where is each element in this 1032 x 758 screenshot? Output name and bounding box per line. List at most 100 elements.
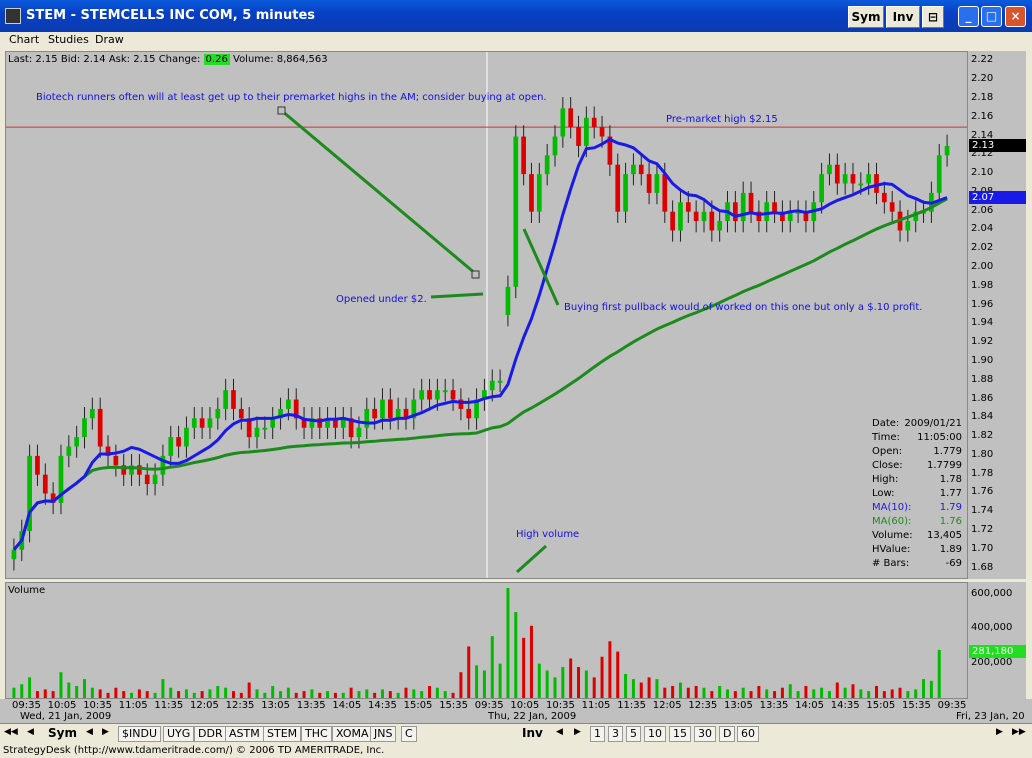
info-value: 1.76 (939, 516, 962, 527)
info-value: 13,405 (927, 530, 962, 541)
volume-bar (867, 691, 871, 698)
price-tick: 2.10 (971, 167, 994, 179)
volume-bar (247, 682, 251, 698)
annotation-pullback: Buying first pullback would of worked on… (564, 302, 923, 313)
volume-bar (914, 689, 918, 698)
candle-body (82, 418, 87, 438)
info-value: 11:05:00 (917, 432, 962, 443)
symbol-tab[interactable]: $INDU (118, 726, 161, 742)
volume-bar (192, 692, 196, 698)
first-arrow-icon[interactable]: ◀◀ (4, 727, 18, 737)
annotation-arrow-biotech (281, 109, 477, 276)
prev-arrow-icon[interactable]: ◀ (27, 727, 34, 737)
volume-bar (584, 670, 588, 698)
symbol-tab[interactable]: ASTM (225, 726, 264, 742)
interval-tab[interactable]: 1 (590, 726, 605, 742)
inv-tab-label[interactable]: Inv (519, 726, 546, 742)
menu-chart[interactable]: Chart (9, 33, 39, 46)
volume-bar (349, 687, 353, 698)
volume-bar (608, 641, 612, 698)
info-label: Volume: (872, 530, 913, 541)
time-tick: 13:05 (261, 700, 291, 711)
maximize-button[interactable]: □ (981, 6, 1002, 27)
prev-symbol-icon[interactable]: ◀ (86, 727, 93, 737)
next-interval-icon[interactable]: ▶ (574, 727, 581, 737)
interval-tab[interactable]: 60 (737, 726, 759, 742)
candle-body (419, 390, 425, 400)
symbol-tab[interactable]: DDR (194, 726, 227, 742)
time-tick: 10:05 (47, 700, 77, 711)
interval-tab[interactable]: 5 (626, 726, 641, 742)
date-label: Wed, 21 Jan, 2009 (20, 711, 112, 722)
sym-tab-label[interactable]: Sym (45, 726, 80, 742)
inv-button[interactable]: Inv (886, 6, 920, 28)
date-label: Fri, 23 Jan, 20 (956, 711, 1025, 722)
annotation-handle[interactable] (471, 270, 480, 279)
price-tick: 2.04 (971, 223, 994, 235)
candle-body (497, 380, 503, 383)
last-arrow-icon[interactable]: ▶▶ (1012, 727, 1026, 737)
volume-bar (106, 692, 110, 698)
symbol-tab[interactable]: STEM (263, 726, 302, 742)
candle-body (223, 390, 228, 409)
symbol-tab[interactable]: C (401, 726, 417, 742)
volume-bar (161, 679, 165, 698)
price-chart[interactable]: Last: 2.15 Bid: 2.14 Ask: 2.15 Change: 0… (5, 51, 968, 579)
tab-bar: ◀◀ ◀ Sym ◀ ▶ $INDU UYG DDR ASTM STEM THC XOMA J… (0, 723, 1032, 743)
time-tick: 15:05 (866, 700, 896, 711)
menu-draw[interactable]: Draw (95, 33, 124, 46)
candle-body (858, 183, 864, 186)
symbol-tab[interactable]: JNS (370, 726, 397, 742)
candle-body (89, 408, 95, 419)
prev-interval-icon[interactable]: ◀ (556, 727, 563, 737)
next-symbol-icon[interactable]: ▶ (102, 727, 109, 737)
interval-tab[interactable]: 10 (644, 726, 666, 742)
candle-body (97, 408, 103, 447)
menu-studies[interactable]: Studies (48, 33, 89, 46)
interval-tab[interactable]: 3 (608, 726, 623, 742)
annotation-handle[interactable] (277, 106, 286, 115)
price-tick: 1.78 (971, 467, 994, 479)
volume-bar (114, 687, 118, 698)
time-tick: 09:35 (937, 700, 967, 711)
volume-bar (231, 691, 235, 698)
sym-button[interactable]: Sym (848, 6, 884, 28)
candle-body (364, 408, 370, 428)
time-tick: 13:05 (724, 700, 753, 711)
price-tick: 1.68 (971, 561, 994, 573)
candle-body (654, 174, 660, 193)
interval-tab[interactable]: D (719, 726, 736, 742)
interval-tab[interactable]: 15 (669, 726, 691, 742)
volume-bars (12, 588, 941, 698)
price-tick: 2.06 (971, 204, 994, 216)
candle-body (254, 427, 260, 438)
time-tick: 11:35 (154, 700, 184, 711)
candle-body (207, 418, 213, 428)
volume-bar (255, 689, 259, 698)
candle-body (74, 437, 80, 447)
symbol-tab[interactable]: UYG (163, 726, 195, 742)
volume-bar (529, 625, 533, 698)
time-tick: 14:35 (368, 700, 397, 711)
price-tick: 1.70 (971, 542, 994, 554)
info-row-date: Date: 2009/01/21 (872, 417, 962, 431)
minimize-button[interactable]: _ (958, 6, 979, 27)
volume-bar (671, 685, 675, 698)
volume-bar (137, 689, 141, 698)
symbol-tab[interactable]: THC (301, 726, 332, 742)
scroll-right-icon[interactable]: ▶ (996, 727, 1003, 737)
volume-bar (294, 692, 298, 698)
candle-body (450, 390, 456, 400)
link-icon[interactable]: ⊟ (922, 6, 944, 28)
price-tick: 1.98 (971, 279, 994, 291)
symbol-tab[interactable]: XOMA (332, 726, 373, 742)
volume-bar (333, 692, 337, 698)
close-button[interactable]: × (1005, 6, 1026, 27)
price-tick: 1.74 (971, 505, 994, 517)
volume-bar (937, 649, 941, 698)
interval-tab[interactable]: 30 (694, 726, 716, 742)
candle-body (560, 108, 566, 137)
candle-body (176, 437, 181, 447)
info-row-bars: # Bars: -69 (872, 557, 962, 571)
volume-pane[interactable]: Volume (5, 582, 968, 699)
